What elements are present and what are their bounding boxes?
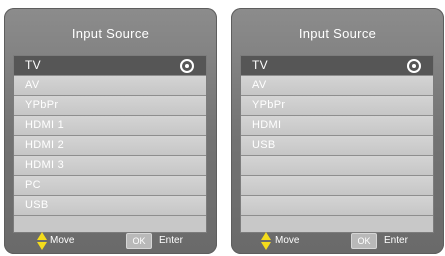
list-item-tv[interactable]: TV <box>14 56 206 76</box>
list-item-usb[interactable]: USB <box>14 196 206 216</box>
list-item-label: HDMI 1 <box>25 119 65 131</box>
list-item-label: YPbPr <box>252 99 286 111</box>
list-item-label: HDMI 3 <box>25 159 65 171</box>
list-item-av[interactable]: AV <box>14 76 206 96</box>
list-item-hdmi[interactable]: HDMI <box>241 116 433 136</box>
list-item-ypbpr[interactable]: YPbPr <box>14 96 206 116</box>
list-item-label: TV <box>252 58 268 72</box>
list-item-empty <box>241 156 433 176</box>
list-item-empty <box>241 196 433 216</box>
list-item-label: USB <box>252 139 276 151</box>
input-source-panel-right: Input Source TV AV YPbPr HDMI USB Move O… <box>231 8 444 254</box>
list-item-empty <box>241 176 433 196</box>
list-item-hdmi-2[interactable]: HDMI 2 <box>14 136 206 156</box>
move-hint-label: Move <box>50 235 75 246</box>
list-item-label: USB <box>25 199 49 211</box>
list-item-label: AV <box>252 79 267 91</box>
list-item-ypbpr[interactable]: YPbPr <box>241 96 433 116</box>
list-item-pc[interactable]: PC <box>14 176 206 196</box>
enter-hint-label: Enter <box>384 235 408 246</box>
input-source-panel-left: Input Source TV AV YPbPr HDMI 1 HDMI 2 H… <box>4 8 217 254</box>
input-source-list: TV AV YPbPr HDMI USB <box>240 55 434 233</box>
move-hint-label: Move <box>275 235 300 246</box>
up-down-arrow-icon <box>37 232 47 250</box>
ok-button[interactable]: OK <box>126 233 152 249</box>
list-item-label: PC <box>25 179 41 191</box>
list-item-usb[interactable]: USB <box>241 136 433 156</box>
list-item-tv[interactable]: TV <box>241 56 433 76</box>
list-item-label: HDMI <box>252 119 282 131</box>
input-source-list: TV AV YPbPr HDMI 1 HDMI 2 HDMI 3 PC USB <box>13 55 207 233</box>
panel-title: Input Source <box>298 26 377 41</box>
list-item-label: AV <box>25 79 40 91</box>
list-item-hdmi-1[interactable]: HDMI 1 <box>14 116 206 136</box>
enter-hint-label: Enter <box>159 235 183 246</box>
panel-title: Input Source <box>71 26 150 41</box>
radio-selected-icon <box>407 59 421 73</box>
list-item-label: TV <box>25 58 41 72</box>
list-item-av[interactable]: AV <box>241 76 433 96</box>
up-down-arrow-icon <box>261 232 271 250</box>
radio-selected-icon <box>180 59 194 73</box>
list-item-hdmi-3[interactable]: HDMI 3 <box>14 156 206 176</box>
ok-button[interactable]: OK <box>351 233 377 249</box>
list-item-label: HDMI 2 <box>25 139 65 151</box>
list-item-label: YPbPr <box>25 99 59 111</box>
